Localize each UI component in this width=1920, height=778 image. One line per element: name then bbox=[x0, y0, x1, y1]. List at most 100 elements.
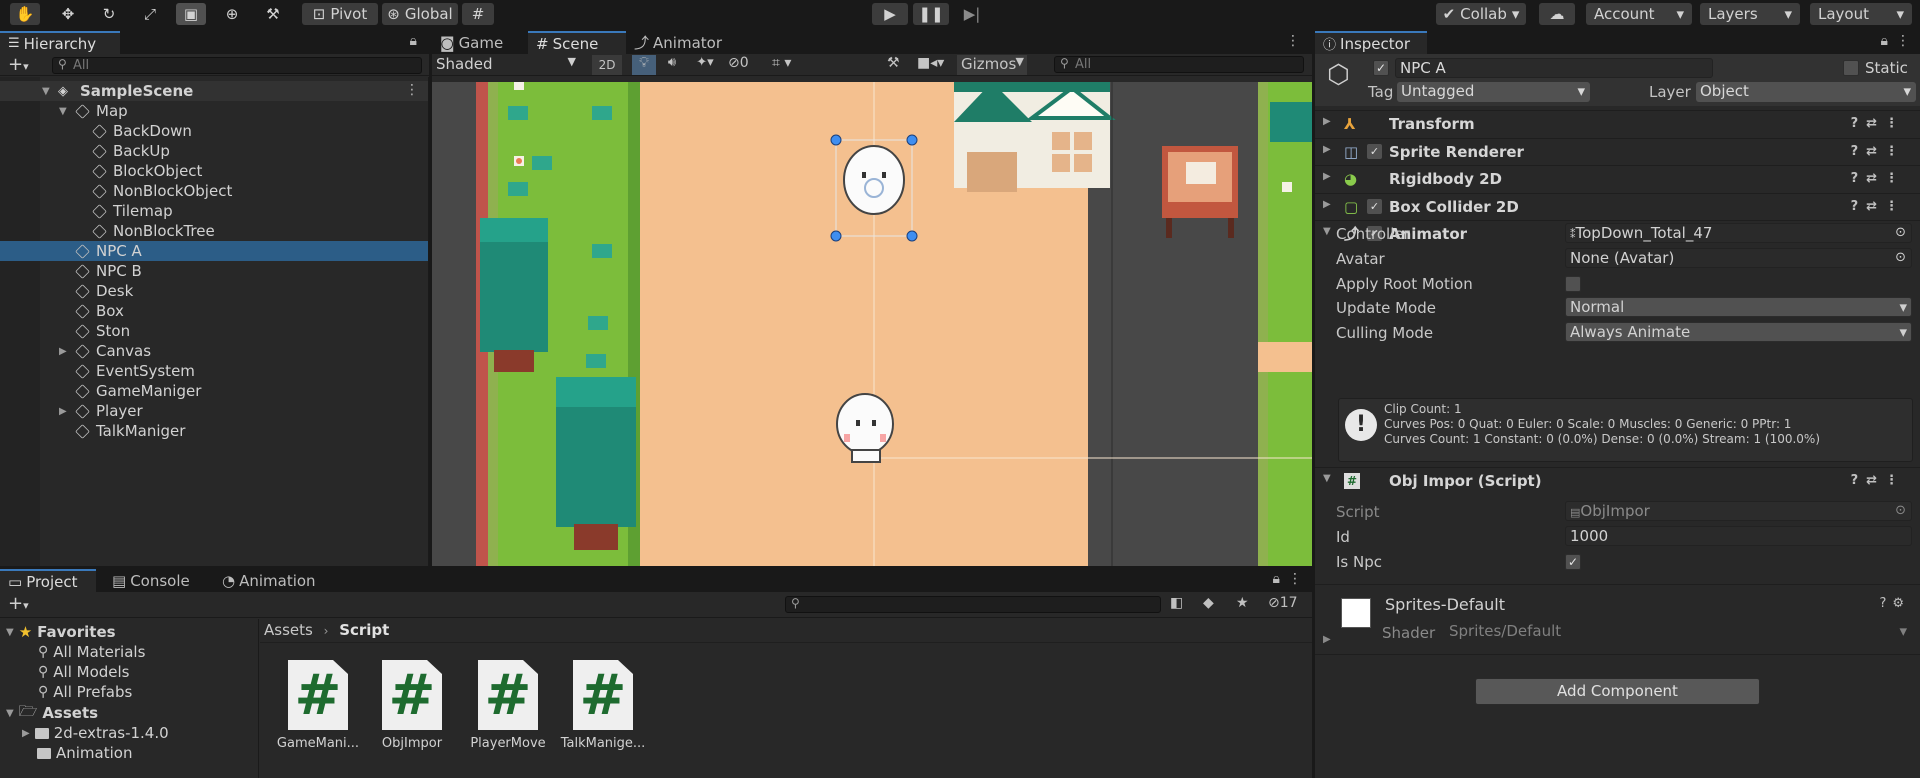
tools-icon[interactable]: ⚒ bbox=[887, 55, 900, 71]
hierarchy-row[interactable]: ▶ Player bbox=[0, 401, 429, 421]
rect-tool-icon[interactable]: ▣ bbox=[176, 3, 206, 25]
lighting-icon[interactable]: 💡︎ bbox=[632, 55, 656, 75]
filter-label-icon[interactable]: ◆ bbox=[1203, 595, 1214, 611]
hierarchy-row[interactable]: BackUp bbox=[0, 141, 429, 161]
active-checkbox[interactable]: ✓ bbox=[1373, 60, 1389, 76]
scene-viewport[interactable] bbox=[432, 82, 1312, 566]
step-button[interactable]: ▶| bbox=[954, 3, 990, 25]
fold-closed-icon[interactable]: ▶ bbox=[59, 346, 67, 357]
object-picker-icon[interactable]: ⊙ bbox=[1895, 249, 1906, 267]
hierarchy-row[interactable]: Desk bbox=[0, 281, 429, 301]
component-actions[interactable]: ?⇄⋮ bbox=[1851, 116, 1906, 131]
create-button[interactable]: +▾ bbox=[8, 593, 29, 614]
hierarchy-row[interactable]: NonBlockTree bbox=[0, 221, 429, 241]
shading-mode-dropdown[interactable]: Shaded ▼ bbox=[436, 55, 576, 75]
filter-type-icon[interactable]: ◧ bbox=[1170, 595, 1183, 611]
hierarchy-row[interactable]: NPC B bbox=[0, 261, 429, 281]
global-toggle[interactable]: ⊛ Global bbox=[382, 3, 458, 25]
breadcrumb-item[interactable]: Assets bbox=[264, 621, 313, 639]
create-button[interactable]: +▾ bbox=[8, 54, 29, 75]
hierarchy-row[interactable]: EventSystem bbox=[0, 361, 429, 381]
grid-toggle-icon[interactable]: ⌗ ▾ bbox=[772, 55, 812, 71]
tab-inspector[interactable]: ⓘ Inspector bbox=[1315, 31, 1427, 54]
transform-tool-icon[interactable]: ⊕ bbox=[217, 3, 247, 25]
lock-icon[interactable]: 🔒︎ bbox=[1273, 571, 1280, 587]
script-asset[interactable]: # TalkManige... bbox=[558, 660, 648, 751]
move-tool-icon[interactable]: ✥ bbox=[53, 3, 83, 25]
gizmos-dropdown[interactable]: Gizmos ▼ bbox=[957, 55, 1027, 75]
fold-closed-icon[interactable]: ▶ bbox=[59, 406, 67, 417]
script-asset[interactable]: # PlayerMove bbox=[463, 660, 553, 751]
script-asset[interactable]: # ObjImpor bbox=[367, 660, 457, 751]
component-actions[interactable]: ?⇄⋮ bbox=[1851, 199, 1906, 214]
assets-row[interactable]: ▼ 🗁︎ Assets bbox=[6, 702, 98, 723]
is-npc-checkbox[interactable]: ✓ bbox=[1565, 554, 1581, 570]
component-actions[interactable]: ?⇄⋮ bbox=[1851, 473, 1906, 488]
hierarchy-search-input[interactable]: ⚲ All bbox=[52, 57, 422, 74]
component-enabled-checkbox[interactable]: ✓ bbox=[1367, 143, 1382, 159]
add-component-button[interactable]: Add Component bbox=[1475, 678, 1760, 705]
avatar-field[interactable]: None (Avatar) ⊙ bbox=[1565, 248, 1912, 268]
scale-tool-icon[interactable]: ⤢ bbox=[135, 3, 165, 25]
hierarchy-row[interactable]: BackDown bbox=[0, 121, 429, 141]
layout-dropdown[interactable]: Layout ▾ bbox=[1810, 3, 1912, 25]
play-button[interactable]: ▶ bbox=[872, 3, 908, 25]
hidden-packages-toggle[interactable]: ⊘17 bbox=[1268, 595, 1298, 611]
hierarchy-row[interactable]: NonBlockObject bbox=[0, 181, 429, 201]
component-header[interactable]: ▶ ◕ Rigidbody 2D ?⇄⋮ bbox=[1315, 165, 1920, 192]
tag-dropdown[interactable]: Untagged ▾ bbox=[1397, 82, 1590, 102]
tab-animator[interactable]: ⤴ Animator bbox=[626, 31, 736, 54]
tab-hierarchy[interactable]: ☰ Hierarchy bbox=[0, 31, 120, 54]
favorite-star-icon[interactable]: ★ bbox=[1236, 595, 1249, 611]
scene-row[interactable]: ▼ ◈ SampleScene ⋮ bbox=[0, 81, 429, 101]
favorites-item[interactable]: ⚲ All Prefabs bbox=[38, 682, 132, 702]
audio-icon[interactable]: 🔊︎ bbox=[660, 55, 684, 70]
material-actions[interactable]: ?⚙ bbox=[1879, 596, 1910, 611]
scene-visibility-toggle[interactable]: ⊘0 bbox=[728, 55, 766, 71]
custom-tool-icon[interactable]: ⚒ bbox=[258, 3, 288, 25]
hand-tool-icon[interactable]: ✋ bbox=[10, 3, 40, 25]
root-motion-checkbox[interactable] bbox=[1565, 276, 1581, 292]
more-options-icon[interactable]: ⋮ bbox=[1286, 33, 1300, 49]
tab-animation[interactable]: ◔ Animation bbox=[214, 569, 334, 592]
favorites-item[interactable]: ⚲ All Materials bbox=[38, 642, 145, 662]
asset-folder-row[interactable]: ▶ 2d-extras-1.4.0 bbox=[22, 723, 169, 743]
breadcrumb-current[interactable]: Script bbox=[339, 621, 389, 639]
hierarchy-row[interactable]: BlockObject bbox=[0, 161, 429, 181]
component-actions[interactable]: ?⇄⋮ bbox=[1851, 171, 1906, 186]
pause-button[interactable]: ❚❚ bbox=[913, 3, 949, 25]
tab-project[interactable]: ▭ Project bbox=[0, 569, 96, 592]
layer-dropdown[interactable]: Object ▾ bbox=[1696, 82, 1916, 102]
collab-dropdown[interactable]: ✔ Collab ▾ bbox=[1436, 3, 1526, 25]
hierarchy-row[interactable]: ▶ Canvas bbox=[0, 341, 429, 361]
hierarchy-row[interactable]: Ston bbox=[0, 321, 429, 341]
hierarchy-row[interactable]: NPC A bbox=[0, 241, 429, 261]
component-header[interactable]: ▶ ◫ ✓ Sprite Renderer ?⇄⋮ bbox=[1315, 137, 1920, 165]
hierarchy-row[interactable]: Tilemap bbox=[0, 201, 429, 221]
camera-icon[interactable]: ■◂▾ bbox=[917, 55, 944, 71]
hierarchy-row[interactable]: Box bbox=[0, 301, 429, 321]
more-options-icon[interactable]: ⋮ bbox=[1288, 571, 1302, 587]
component-enabled-checkbox[interactable]: ✓ bbox=[1367, 198, 1382, 214]
hierarchy-row[interactable]: GameManiger bbox=[0, 381, 429, 401]
pivot-toggle[interactable]: ⊡ Pivot bbox=[302, 3, 378, 25]
hierarchy-row[interactable]: ▼ Map bbox=[0, 101, 429, 121]
asset-folder-row[interactable]: Animation bbox=[22, 743, 132, 763]
tab-scene[interactable]: # Scene bbox=[528, 31, 626, 54]
component-header[interactable]: ▶ ▢ ✓ Box Collider 2D ?⇄⋮ bbox=[1315, 192, 1920, 220]
more-options-icon[interactable]: ⋮ bbox=[1896, 33, 1910, 49]
account-dropdown[interactable]: Account ▾ bbox=[1586, 3, 1692, 25]
scene-search-input[interactable]: ⚲ All bbox=[1054, 56, 1304, 73]
cloud-icon[interactable]: ☁ bbox=[1539, 3, 1575, 25]
2d-toggle[interactable]: 2D bbox=[592, 55, 622, 75]
culling-mode-dropdown[interactable]: Always Animate bbox=[1565, 322, 1912, 342]
rotate-tool-icon[interactable]: ↻ bbox=[94, 3, 124, 25]
tab-game[interactable]: ◙ Game bbox=[432, 31, 528, 54]
controller-field[interactable]: ⁑TopDown_Total_47 ⊙ bbox=[1565, 223, 1912, 243]
effects-icon[interactable]: ✦▾ bbox=[688, 55, 722, 70]
script-asset[interactable]: # GameMani... bbox=[273, 660, 363, 751]
lock-icon[interactable]: 🔒︎ bbox=[410, 33, 417, 49]
fold-open-icon[interactable]: ▼ bbox=[59, 106, 67, 117]
update-mode-dropdown[interactable]: Normal bbox=[1565, 297, 1912, 317]
favorites-item[interactable]: ⚲ All Models bbox=[38, 662, 129, 682]
